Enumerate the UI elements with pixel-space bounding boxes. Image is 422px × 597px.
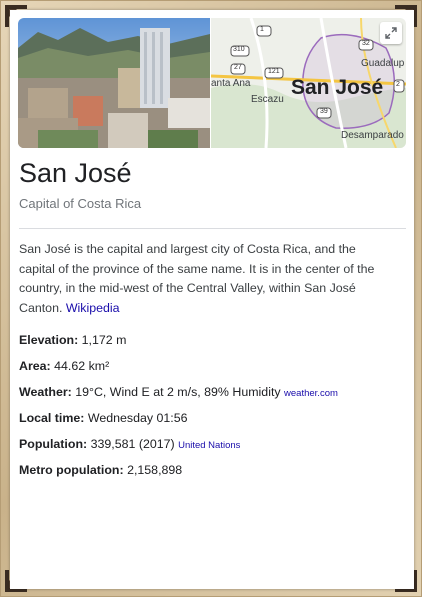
knowledge-panel: 1 310 27 121 39 32 2 Guadalup anta Ana E… bbox=[10, 10, 414, 589]
location-map[interactable]: 1 310 27 121 39 32 2 Guadalup anta Ana E… bbox=[211, 18, 406, 148]
entity-title: San José bbox=[19, 158, 132, 188]
facts-list: Elevation: 1,172 m Area: 44.62 km² Weath… bbox=[19, 331, 399, 487]
road-shield: 310 bbox=[233, 46, 245, 53]
fact-weather: Weather: 19°C, Wind E at 2 m/s, 89% Humi… bbox=[19, 383, 399, 409]
expand-map-button[interactable] bbox=[380, 22, 402, 44]
road-shield: 121 bbox=[268, 68, 280, 75]
weather-source-link[interactable]: weather.com bbox=[284, 388, 338, 399]
media-strip: 1 310 27 121 39 32 2 Guadalup anta Ana E… bbox=[18, 18, 406, 148]
city-photo[interactable] bbox=[18, 18, 210, 148]
road-shield: 1 bbox=[260, 26, 264, 33]
map-label-san-jose: San José bbox=[291, 76, 384, 99]
fact-metro-population: Metro population: 2,158,898 bbox=[19, 461, 399, 487]
road-shield: 32 bbox=[362, 40, 370, 47]
population-source-link[interactable]: United Nations bbox=[178, 440, 240, 451]
fact-value: 339,581 (2017) bbox=[87, 437, 179, 451]
fact-label: Local time: bbox=[19, 411, 85, 425]
entity-description: San José is the capital and largest city… bbox=[19, 240, 391, 318]
fact-elevation: Elevation: 1,172 m bbox=[19, 331, 399, 357]
map-label-guadalupe: Guadalup bbox=[361, 58, 405, 69]
fact-population: Population: 339,581 (2017) United Nation… bbox=[19, 435, 399, 461]
fact-label: Weather: bbox=[19, 385, 72, 399]
fact-value: Wednesday 01:56 bbox=[84, 411, 188, 425]
road-shield: 39 bbox=[320, 108, 328, 115]
fact-label: Population: bbox=[19, 437, 88, 451]
fact-value: 19°C, Wind E at 2 m/s, 89% Humidity bbox=[71, 385, 285, 399]
map-label-desamparados: Desamparado bbox=[341, 130, 404, 141]
road-shield: 2 bbox=[396, 81, 400, 88]
fact-label: Metro population: bbox=[19, 463, 124, 477]
fact-value: 44.62 km² bbox=[50, 359, 110, 373]
fact-value: 2,158,898 bbox=[123, 463, 183, 477]
fact-value: 1,172 m bbox=[78, 333, 127, 347]
fact-label: Area: bbox=[19, 359, 51, 373]
fact-label: Elevation: bbox=[19, 333, 79, 347]
map-label-santa-ana: anta Ana bbox=[211, 78, 251, 89]
expand-icon bbox=[385, 27, 397, 39]
fact-local-time: Local time: Wednesday 01:56 bbox=[19, 409, 399, 435]
frame-border: 1 310 27 121 39 32 2 Guadalup anta Ana E… bbox=[0, 0, 422, 597]
map-label-escazu: Escazu bbox=[251, 94, 284, 105]
wikipedia-link[interactable]: Wikipedia bbox=[66, 301, 120, 315]
entity-subtitle: Capital of Costa Rica bbox=[19, 196, 142, 211]
divider bbox=[19, 228, 406, 229]
road-shield: 27 bbox=[234, 64, 242, 71]
fact-area: Area: 44.62 km² bbox=[19, 357, 399, 383]
